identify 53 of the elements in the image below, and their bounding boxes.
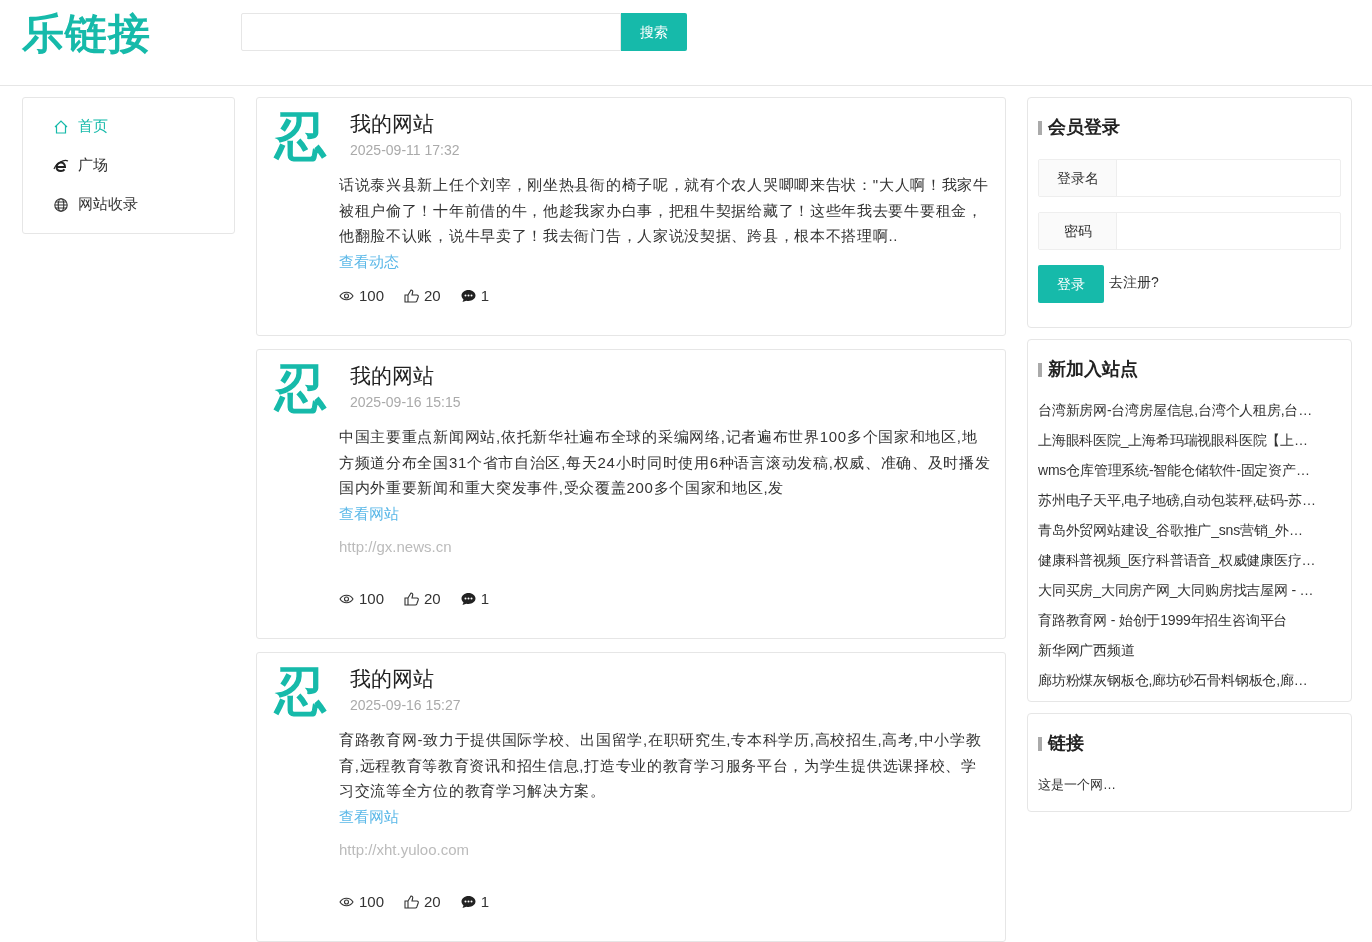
password-field[interactable]: 密码 [1038, 212, 1341, 250]
comment-icon [460, 288, 476, 303]
comment-count[interactable]: 1 [480, 587, 490, 610]
site-link[interactable]: 大同买房_大同房产网_大同购房找吉屋网 - … [1038, 575, 1341, 605]
avatar-logo: 忍 [273, 360, 328, 416]
panel-title: 会员登录 [1048, 116, 1120, 139]
site-link[interactable]: 苏州电子天平,电子地磅,自动包装秤,砝码-苏… [1038, 485, 1341, 515]
post-date: 2025-09-16 15:15 [350, 393, 462, 412]
view-count: 100 [359, 285, 385, 306]
eye-icon [339, 290, 354, 301]
nav-item[interactable]: 广场 [53, 146, 204, 185]
post-title[interactable]: 我的网站 [350, 108, 991, 140]
browser-e-icon [53, 157, 69, 174]
search-field[interactable] [241, 13, 621, 51]
site-link[interactable]: 新华网广西频道 [1038, 635, 1341, 665]
username-field[interactable]: 登录名 [1038, 159, 1341, 197]
panel-title: 链接 [1048, 732, 1084, 755]
comment-count[interactable]: 1 [480, 890, 490, 913]
like-count[interactable]: 20 [424, 587, 441, 610]
avatar-logo: 忍 [273, 663, 328, 719]
nav-item[interactable]: 网站收录 [53, 185, 204, 224]
register-link[interactable]: 去注册? [1109, 272, 1159, 293]
site-link[interactable]: 青岛外贸网站建设_谷歌推广_sns营销_外… [1038, 515, 1341, 545]
comment-icon [460, 894, 476, 909]
post-date: 2025-09-11 17:32 [350, 141, 461, 160]
panel-title: 新加入站点 [1048, 358, 1138, 381]
thumbs-up-icon [404, 894, 420, 909]
friend-link[interactable]: 这是一个网… [1038, 773, 1341, 797]
comment-icon [460, 591, 476, 606]
view-count: 100 [359, 891, 385, 912]
view-count: 100 [359, 588, 385, 609]
site-link[interactable]: 健康科普视频_医疗科普语音_权威健康医疗… [1038, 545, 1341, 575]
post-body: 中国主要重点新闻网站,依托新华社遍布全球的采编网络,记者遍布世界100多个国家和地区,地方频道分布全国31个省市自治区,每天24小时同时使用6种语言滚动发稿,权威、准确、及时播发国内外重要新闻和重大突发事件,受众覆盖200多个国家和地区,发 [339, 427, 991, 498]
post-title[interactable]: 我的网站 [350, 360, 991, 392]
eye-icon [339, 593, 354, 604]
thumbs-up-icon [404, 591, 420, 606]
avatar-logo: 忍 [273, 108, 328, 164]
eye-icon [339, 896, 354, 907]
globe-icon [53, 196, 69, 213]
site-link[interactable]: 育路教育网 - 始创于1999年招生咨询平台 [1038, 605, 1341, 635]
site-link[interactable]: wms仓库管理系统-智能仓储软件-固定资产… [1038, 455, 1341, 485]
site-link[interactable]: 台湾新房网-台湾房屋信息,台湾个人租房,台… [1038, 395, 1341, 425]
home-icon [53, 118, 69, 135]
post-body: 话说泰兴县新上任个刘宰，刚坐热县衙的椅子呢，就有个农人哭唧唧来告状："大人啊！我家牛被租户偷了！十年前借的牛，他趁我家办白事，把租牛契据给藏了！这些年我去要牛要租金，他翻脸不认账，说牛早卖了！我去衙门告，人家说没契据、跨县，根本不搭理啊.. [339, 175, 990, 246]
post-date: 2025-09-16 15:27 [350, 696, 462, 715]
site-link[interactable]: 廊坊粉煤灰钢板仓,廊坊砂石骨料钢板仓,廊… [1038, 665, 1341, 695]
comment-count[interactable]: 1 [480, 284, 490, 307]
site-link[interactable]: 上海眼科医院_上海希玛瑞视眼科医院【上… [1038, 425, 1341, 455]
like-count[interactable]: 20 [424, 890, 441, 913]
like-count[interactable]: 20 [424, 284, 441, 307]
post-body: 育路教育网-致力于提供国际学校、出国留学,在职研究生,专本科学历,高校招生,高考,中小学教育,远程教育等教育资讯和招生信息,打造专业的教育学习服务平台，为学生提供选课择校、学习交流等全方位的教育学习解决方案。 [339, 730, 983, 801]
thumbs-up-icon [404, 288, 420, 303]
post-title[interactable]: 我的网站 [350, 663, 991, 695]
